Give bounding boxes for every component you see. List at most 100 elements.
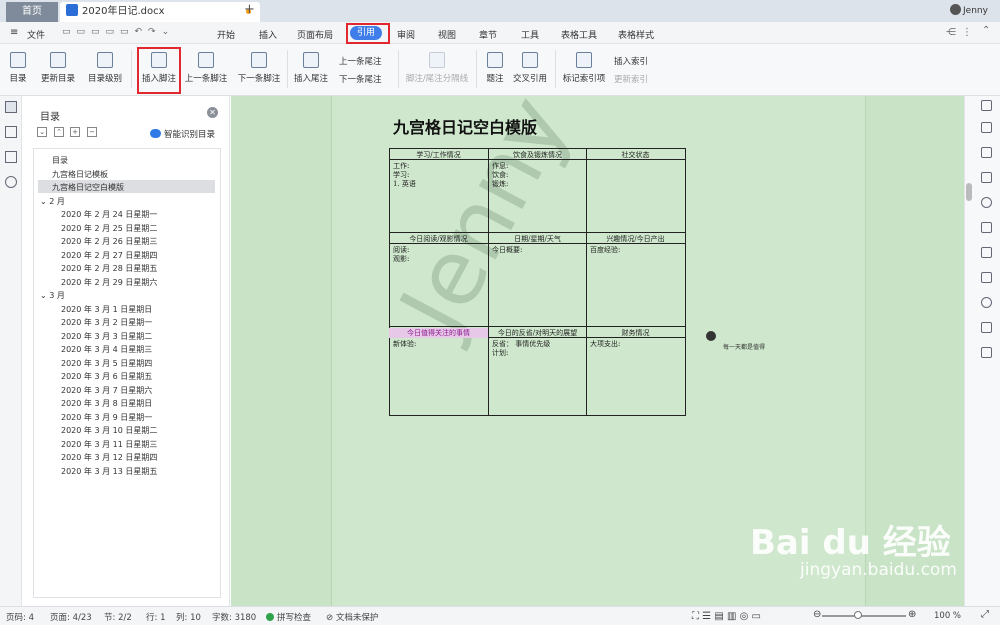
caption-button[interactable]: 题注 xyxy=(484,52,506,84)
search-icon[interactable] xyxy=(5,176,17,188)
collapse-ribbon-icon[interactable]: ⌃ xyxy=(982,25,990,36)
zoom-level[interactable]: 100 % xyxy=(934,611,961,621)
toc-item[interactable]: 目录 xyxy=(52,155,68,166)
toc-item[interactable]: 2020 年 2 月 25 日星期二 xyxy=(61,223,157,234)
edit-icon[interactable] xyxy=(981,122,992,133)
insert-endnote-button[interactable]: 插入尾注 xyxy=(293,52,329,84)
zoom-slider-handle[interactable] xyxy=(854,611,862,619)
menu-layout[interactable]: 页面布局 xyxy=(297,28,333,41)
hamburger-icon[interactable]: ≡ xyxy=(10,27,18,38)
toc-panel-icon[interactable] xyxy=(5,101,17,113)
spell-check-button[interactable]: 拼写检查 xyxy=(266,611,311,623)
table-header-cell[interactable]: 日期/星期/天气 xyxy=(488,234,587,244)
close-icon[interactable]: ✕ xyxy=(207,107,218,118)
view-mode-icons[interactable]: ⛶ ☰ ▤ ▥ ◎ ▭ xyxy=(692,611,761,622)
table-header-cell[interactable]: 饮食及锻炼情况 xyxy=(488,150,587,160)
quick-access-toolbar[interactable]: ▭▭▭▭▭↶↷⌄ xyxy=(62,27,175,37)
smart-toc-button[interactable]: 智能识别目录 xyxy=(150,128,215,140)
table-cell[interactable]: 大项支出: xyxy=(590,340,620,349)
toc-item[interactable]: 2020 年 3 月 8 日星期日 xyxy=(61,398,152,409)
history-icon[interactable] xyxy=(981,297,992,308)
table-cell[interactable]: 今日概要: xyxy=(492,246,522,255)
toc-item[interactable]: 2020 年 3 月 5 日星期四 xyxy=(61,358,152,369)
table-cell[interactable]: 新体验: xyxy=(393,340,416,349)
share-icon[interactable]: ⋲ xyxy=(946,27,956,38)
bookmark-icon[interactable] xyxy=(5,151,17,163)
navigation-icon[interactable] xyxy=(981,197,992,208)
table-cell[interactable]: 阅读: 观影: xyxy=(393,246,409,264)
collapse-icon[interactable]: ⌃ xyxy=(54,127,64,137)
select-icon[interactable] xyxy=(981,222,992,233)
menu-tools[interactable]: 工具 xyxy=(521,28,539,41)
toc-level-button[interactable]: 目录级别 xyxy=(83,52,127,84)
table-cell[interactable]: 百度经验: xyxy=(590,246,620,255)
comment-text[interactable]: 每一天都是值得 xyxy=(723,342,765,351)
next-endnote-button[interactable]: 下一条尾注 xyxy=(339,73,382,85)
toc-item[interactable]: 2020 年 2 月 28 日星期五 xyxy=(61,263,157,274)
mark-index-button[interactable]: 标记索引项 xyxy=(560,52,608,84)
table-header-cell[interactable]: 社交状态 xyxy=(586,150,685,160)
remove-heading-icon[interactable]: − xyxy=(87,127,97,137)
toc-group[interactable]: ⌄ 3 月 xyxy=(40,290,65,301)
next-footnote-button[interactable]: 下一条脚注 xyxy=(237,52,281,84)
table-cell[interactable]: 作息: 饮食: 锻炼: xyxy=(492,162,508,189)
note-separator-button[interactable]: 脚注/尾注分隔线 xyxy=(404,52,470,84)
toc-item[interactable]: 2020 年 3 月 10 日星期二 xyxy=(61,425,157,436)
toc-group[interactable]: ⌄ 2 月 xyxy=(40,196,65,207)
toc-item[interactable]: 2020 年 3 月 6 日星期五 xyxy=(61,371,152,382)
user-account[interactable]: Jenny xyxy=(950,4,988,16)
comment-avatar-icon[interactable] xyxy=(706,331,716,341)
toc-item[interactable]: 2020 年 3 月 7 日星期六 xyxy=(61,385,152,396)
table-header-cell[interactable]: 今日阅读/观影情况 xyxy=(389,234,488,244)
menu-view[interactable]: 视图 xyxy=(438,28,456,41)
zoom-in-icon[interactable]: ⊕ xyxy=(908,609,916,620)
add-heading-icon[interactable]: + xyxy=(70,127,80,137)
settings-icon[interactable] xyxy=(981,272,992,283)
status-word-count[interactable]: 字数: 3180 xyxy=(212,611,256,623)
style-icon[interactable] xyxy=(981,172,992,183)
protect-status[interactable]: ⊘ 文档未保护 xyxy=(326,611,378,623)
toc-item[interactable]: 2020 年 3 月 12 日星期四 xyxy=(61,452,157,463)
prev-footnote-button[interactable]: 上一条脚注 xyxy=(184,52,228,84)
zoom-out-icon[interactable]: ⊖ xyxy=(813,609,821,620)
table-header-cell[interactable]: 今日值得关注的事情 xyxy=(389,328,488,338)
table-header-cell[interactable]: 学习/工作情况 xyxy=(389,150,488,160)
update-index-button[interactable]: 更新索引 xyxy=(614,73,648,85)
toc-item[interactable]: 2020 年 2 月 26 日星期三 xyxy=(61,236,157,247)
document-icon[interactable] xyxy=(5,126,17,138)
status-pages[interactable]: 页面: 4/23 xyxy=(50,611,92,623)
insert-index-button[interactable]: 插入索引 xyxy=(614,55,648,67)
toc-item[interactable]: 2020 年 3 月 9 日星期一 xyxy=(61,412,152,423)
new-tab-button[interactable]: + xyxy=(244,2,255,17)
lock-icon[interactable] xyxy=(981,247,992,258)
table-header-cell[interactable]: 财务情况 xyxy=(586,328,685,338)
table-cell[interactable]: 工作: 学习: 1. 英语 xyxy=(393,162,416,189)
toc-item[interactable]: 2020 年 2 月 29 日星期六 xyxy=(61,277,157,288)
status-page-number[interactable]: 页码: 4 xyxy=(6,611,34,623)
toc-button[interactable]: 目录 xyxy=(6,52,30,84)
menu-review[interactable]: 审阅 xyxy=(397,28,415,41)
menu-section[interactable]: 章节 xyxy=(479,28,497,41)
menu-insert[interactable]: 插入 xyxy=(259,28,277,41)
document-title[interactable]: 九宫格日记空白模版 xyxy=(393,114,537,138)
table-header-cell[interactable]: 今日的反省/对明天的展望 xyxy=(488,328,587,338)
toc-item[interactable]: 2020 年 3 月 2 日星期一 xyxy=(61,317,152,328)
menu-table-tools[interactable]: 表格工具 xyxy=(561,28,597,41)
zoom-slider[interactable] xyxy=(822,615,906,617)
prev-endnote-button[interactable]: 上一条尾注 xyxy=(339,55,382,67)
toc-item[interactable]: 2020 年 3 月 3 日星期二 xyxy=(61,331,152,342)
toc-item[interactable]: 2020 年 3 月 1 日星期日 xyxy=(61,304,152,315)
toc-item[interactable]: 2020 年 3 月 11 日星期三 xyxy=(61,439,157,450)
toc-item[interactable]: 九宫格日记空白模版 xyxy=(52,182,124,193)
toc-item[interactable]: 2020 年 2 月 24 日星期一 xyxy=(61,209,157,220)
menu-table-style[interactable]: 表格样式 xyxy=(618,28,654,41)
toc-item[interactable]: 2020 年 3 月 4 日星期三 xyxy=(61,344,152,355)
image-icon[interactable] xyxy=(981,347,992,358)
nine-grid-table[interactable] xyxy=(389,148,686,416)
update-toc-button[interactable]: 更新目录 xyxy=(38,52,78,84)
toc-item[interactable]: 九宫格日记模板 xyxy=(52,169,108,180)
toc-item[interactable]: 2020 年 2 月 27 日星期四 xyxy=(61,250,157,261)
menu-home[interactable]: 开始 xyxy=(217,28,235,41)
toc-item[interactable]: 2020 年 3 月 13 日星期五 xyxy=(61,466,157,477)
table-cell[interactable]: 反省： 事情优先级 计划: xyxy=(492,340,550,358)
